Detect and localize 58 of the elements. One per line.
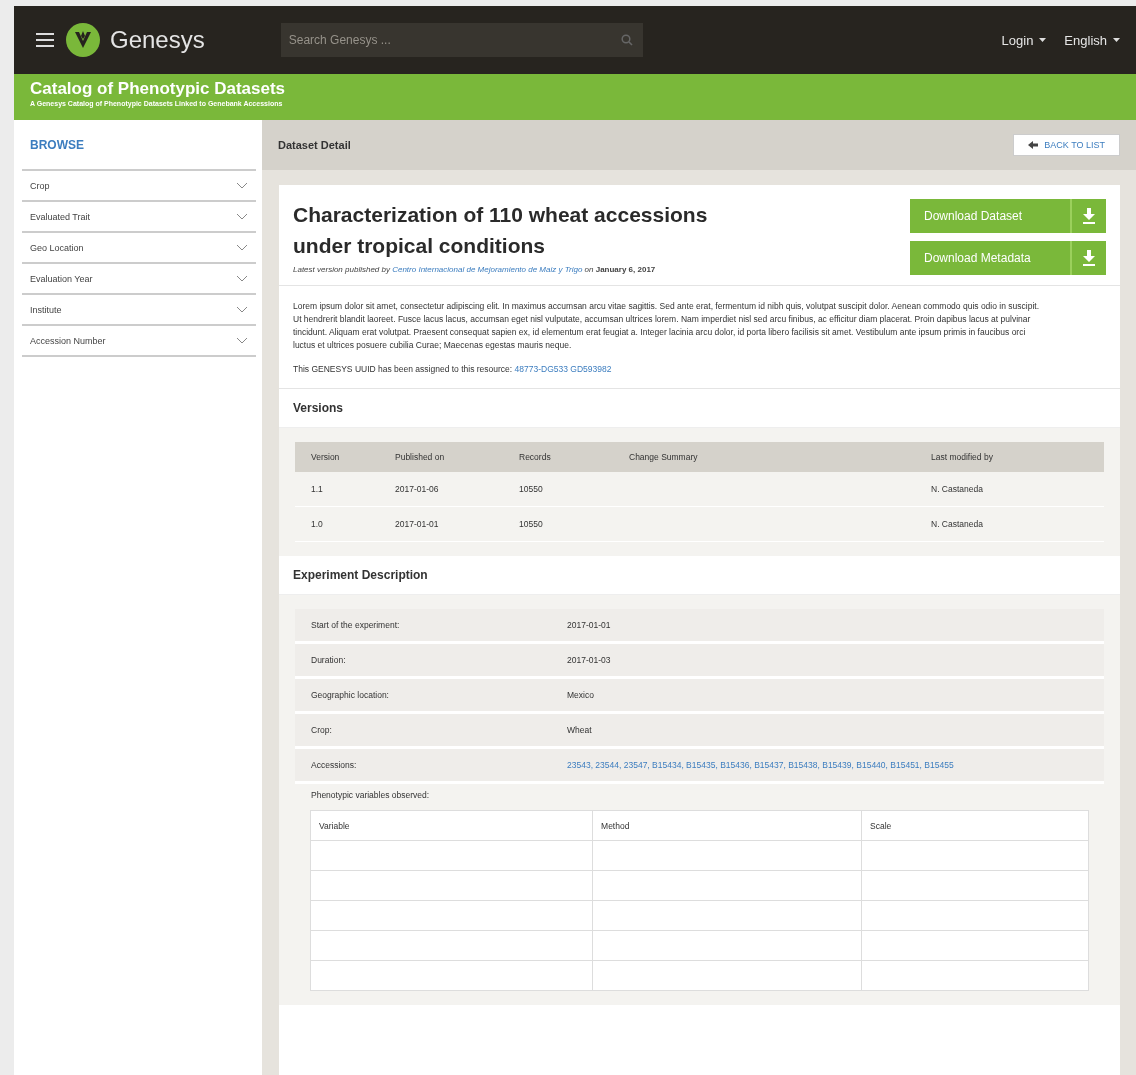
publisher-link[interactable]: Centro Internacional de Mejoramiento de Maiz y Trigo xyxy=(392,265,583,274)
table-cell: N. Castaneda xyxy=(915,506,1104,542)
column-header: Scale xyxy=(861,810,1089,841)
publication-info: Latest version published by Centro Internacional de Mejoramiento de Maiz y Trigo on January 6, 2017 xyxy=(293,265,657,274)
table-cell: 2017-01-01 xyxy=(379,506,503,542)
column-header: Variable xyxy=(310,810,593,841)
table-cell: 10550 xyxy=(503,506,613,542)
chevron-icon xyxy=(236,182,248,189)
column-header: Published on xyxy=(379,442,503,472)
column-header: Change Summary xyxy=(613,442,915,472)
filter-item[interactable]: Evaluated Trait xyxy=(22,202,256,233)
banner-title: Catalog of Phenotypic Datasets xyxy=(30,78,287,100)
filter-item[interactable]: Evaluation Year xyxy=(22,264,256,295)
chevron-icon xyxy=(236,213,248,220)
field-label: Crop: xyxy=(295,712,551,748)
filter-item[interactable]: Accession Number xyxy=(22,326,256,357)
arrow-icon xyxy=(1028,141,1039,149)
filter-item[interactable]: Crop xyxy=(22,171,256,202)
chevron-icon xyxy=(236,306,248,313)
description-text: Lorem ipsum dolor sit amet, consectetur adipiscing elit. In maximus accumsan arcu vitae sagittis. Sed ante erat, fermentum id nibh quis, volutpat suscipit dolor. Aenean commodo quis odio in suscipit. Ut hendrerit blandit laoreet. Fusce lacus lacus, accumsan eget nisl vulputate, accumsan ultrices lorem. Nam imperdiet nisl sed arcu finibus, ac efficitur diam placerat. Proin dapibus lacus at pulvinar tincidunt. Aliquam erat volutpat. Praesent consequat sapien ex, id elementum erat feugiat a. Integer lacinia arcu dolor, id porta libero facilisis sit amet. Vestibulum ante ipsum primis in faucibus orci luctus et ultrices posuere cubilia Curae; Maecenas egestas mauris neque. xyxy=(293,300,1040,352)
field-label: Start of the experiment: xyxy=(295,609,551,643)
table-cell: 1.1 xyxy=(295,472,379,507)
filter-item[interactable]: Geo Location xyxy=(22,233,256,264)
filter-item[interactable]: Institute xyxy=(22,295,256,326)
caret-icon xyxy=(1039,38,1047,42)
field-value: Mexico xyxy=(567,690,594,700)
field-value: 2017-01-03 xyxy=(567,655,611,665)
uuid-link[interactable]: 48773-DG533 GD593982 xyxy=(514,364,612,374)
chevron-icon xyxy=(236,337,248,344)
back-button[interactable]: BACK TO LIST xyxy=(1013,134,1120,156)
uuid-text: This GENESYS UUID has been assigned to this resource: 48773-DG533 GD593982 xyxy=(293,364,613,374)
field-value: 2017-01-01 xyxy=(567,620,611,630)
caret-icon xyxy=(1113,38,1120,42)
field-label: Accessions: xyxy=(295,747,551,783)
column-header: Last modified by xyxy=(915,442,1104,472)
dropdown-menu[interactable]: English xyxy=(1064,32,1120,48)
chevron-icon xyxy=(236,275,248,282)
field-label: Geographic location: xyxy=(295,677,551,713)
column-header: Records xyxy=(503,442,613,472)
accession-links[interactable]: 23543, 23544, 23547, B15434, B15435, B15436, B15437, B15438, B15439, B15440, B15451, B15455 xyxy=(567,760,954,770)
field-value: Wheat xyxy=(567,725,592,735)
menu-icon[interactable] xyxy=(36,33,54,47)
search-field[interactable]: Search Genesys ... xyxy=(280,23,611,57)
dataset-title: Characterization of 110 wheat accessions under tropical conditions xyxy=(293,202,709,259)
sidebar-heading: BROWSE xyxy=(29,137,85,154)
brand-name: Genesys xyxy=(110,26,205,54)
field-label: Phenotypic variables observed: xyxy=(310,790,431,802)
dropdown-menu[interactable]: Login xyxy=(1001,32,1047,48)
sprout-icon xyxy=(66,23,100,57)
table-cell: 10550 xyxy=(503,472,613,507)
field-label: Duration: xyxy=(295,642,551,678)
page-title: Dataset Detail xyxy=(278,139,351,151)
column-header: Method xyxy=(592,810,862,841)
chevron-icon xyxy=(236,244,248,251)
table-cell: 1.0 xyxy=(295,506,379,542)
table-cell: 2017-01-06 xyxy=(379,472,503,507)
table-cell: N. Castaneda xyxy=(915,472,1104,507)
column-header: Version xyxy=(295,442,379,472)
